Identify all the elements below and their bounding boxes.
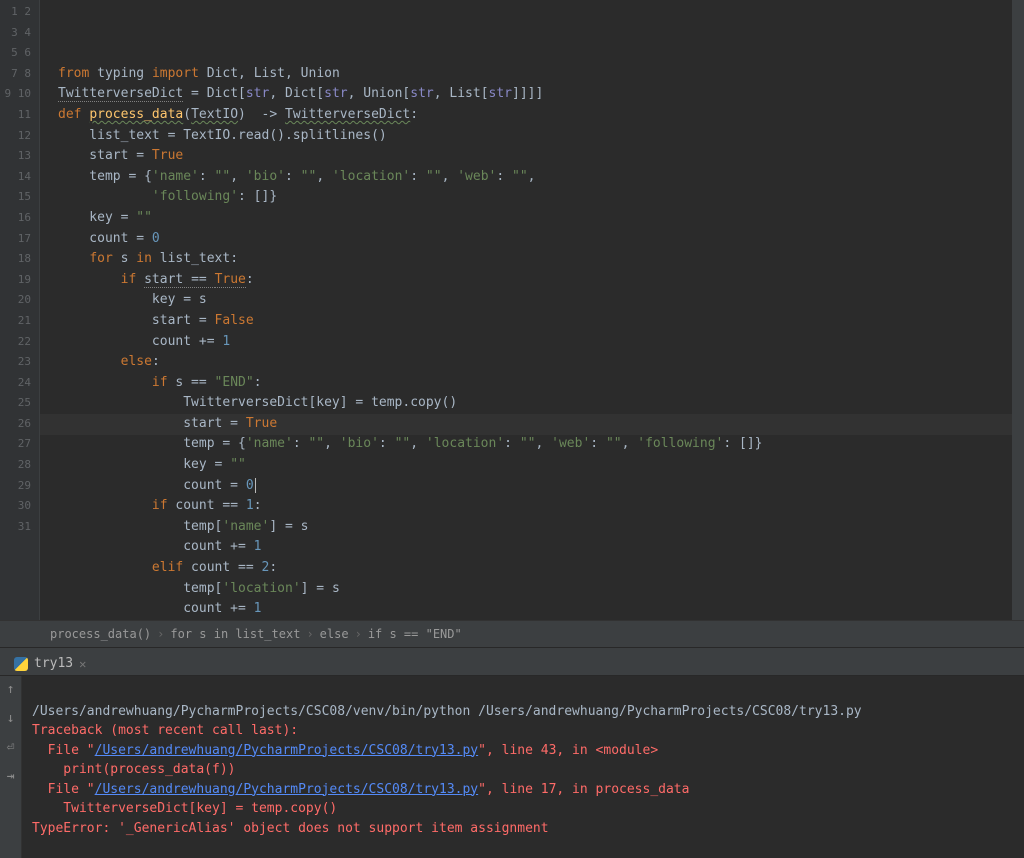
code-line[interactable]: count += 1 [58,599,1012,620]
code-line[interactable]: def process_data(TextIO) -> Twitterverse… [58,105,1012,126]
file-link[interactable]: /Users/andrewhuang/PycharmProjects/CSC08… [95,743,479,758]
console-output[interactable]: /Users/andrewhuang/PycharmProjects/CSC08… [22,676,1024,858]
breadcrumb[interactable]: process_data()›for s in list_text›else›i… [0,620,1024,648]
code-line[interactable]: start = False [58,311,1012,332]
console-toolbar: ↑ ↓ ⏎ ⇥ [0,676,22,858]
code-line[interactable]: elif count == 2: [58,558,1012,579]
line-number-gutter: 1 2 3 4 5 6 7 8 9 10 11 12 13 14 15 16 1… [0,0,40,620]
code-line[interactable]: count = 0 [58,476,1012,497]
code-line[interactable]: 'following': []} [58,187,1012,208]
code-line[interactable]: temp = {'name': "", 'bio': "", 'location… [58,167,1012,188]
code-line[interactable]: if count == 1: [58,496,1012,517]
chevron-right-icon: › [151,627,170,641]
code-line[interactable]: TwitterverseDict = Dict[str, Dict[str, U… [58,84,1012,105]
code-line[interactable]: count += 1 [58,537,1012,558]
run-tab-label: try13 [34,656,73,671]
code-line[interactable]: temp['location'] = s [58,579,1012,600]
code-line[interactable]: temp = {'name': "", 'bio': "", 'location… [58,434,1012,455]
code-line[interactable]: count = 0 [58,229,1012,250]
code-line[interactable]: else: [58,352,1012,373]
code-line[interactable]: TwitterverseDict[key] = temp.copy() [58,393,1012,414]
console-command: /Users/andrewhuang/PycharmProjects/CSC08… [32,704,862,719]
code-line[interactable]: key = "" [58,208,1012,229]
console-panel: ↑ ↓ ⏎ ⇥ /Users/andrewhuang/PycharmProjects/… [0,676,1024,858]
editor-scrollbar[interactable] [1012,0,1024,620]
close-icon[interactable]: ✕ [79,657,86,671]
traceback-code: TwitterverseDict[key] = temp.copy() [32,801,337,816]
traceback-code: print(process_data(f)) [32,762,236,777]
console-tool-button[interactable]: ↓ [7,711,15,726]
code-line[interactable]: temp['name'] = s [58,517,1012,538]
run-tab[interactable]: try13 ✕ [6,652,94,675]
code-line[interactable]: if s == "END": [58,373,1012,394]
traceback-frame: File "/Users/andrewhuang/PycharmProjects… [32,782,689,797]
breadcrumb-item[interactable]: else [320,627,349,641]
editor-area: 1 2 3 4 5 6 7 8 9 10 11 12 13 14 15 16 1… [0,0,1024,620]
run-tab-bar: try13 ✕ [0,648,1024,676]
chevron-right-icon: › [300,627,319,641]
error-message: TypeError: '_GenericAlias' object does n… [32,821,549,836]
traceback-header: Traceback (most recent call last): [32,723,298,738]
code-line[interactable]: key = s [58,290,1012,311]
file-link[interactable]: /Users/andrewhuang/PycharmProjects/CSC08… [95,782,479,797]
breadcrumb-item[interactable]: for s in list_text [170,627,300,641]
breadcrumb-item[interactable]: process_data() [50,627,151,641]
code-line[interactable]: if start == True: [58,270,1012,291]
code-line[interactable]: count += 1 [58,332,1012,353]
breadcrumb-item[interactable]: if s == "END" [368,627,462,641]
console-tool-button[interactable]: ⇥ [7,769,15,784]
code-line[interactable]: from typing import Dict, List, Union [58,64,1012,85]
code-line[interactable]: list_text = TextIO.read().splitlines() [58,126,1012,147]
chevron-right-icon: › [349,627,368,641]
code-line[interactable]: key = "" [58,455,1012,476]
code-line[interactable]: for s in list_text: [58,249,1012,270]
console-tool-button[interactable]: ⏎ [7,740,15,755]
console-tool-button[interactable]: ↑ [7,682,15,697]
traceback-frame: File "/Users/andrewhuang/PycharmProjects… [32,743,658,758]
code-editor[interactable]: from typing import Dict, List, UnionTwit… [40,0,1012,620]
code-line[interactable]: start = True [58,146,1012,167]
python-icon [14,657,28,671]
code-line[interactable]: start = True [58,414,1012,435]
